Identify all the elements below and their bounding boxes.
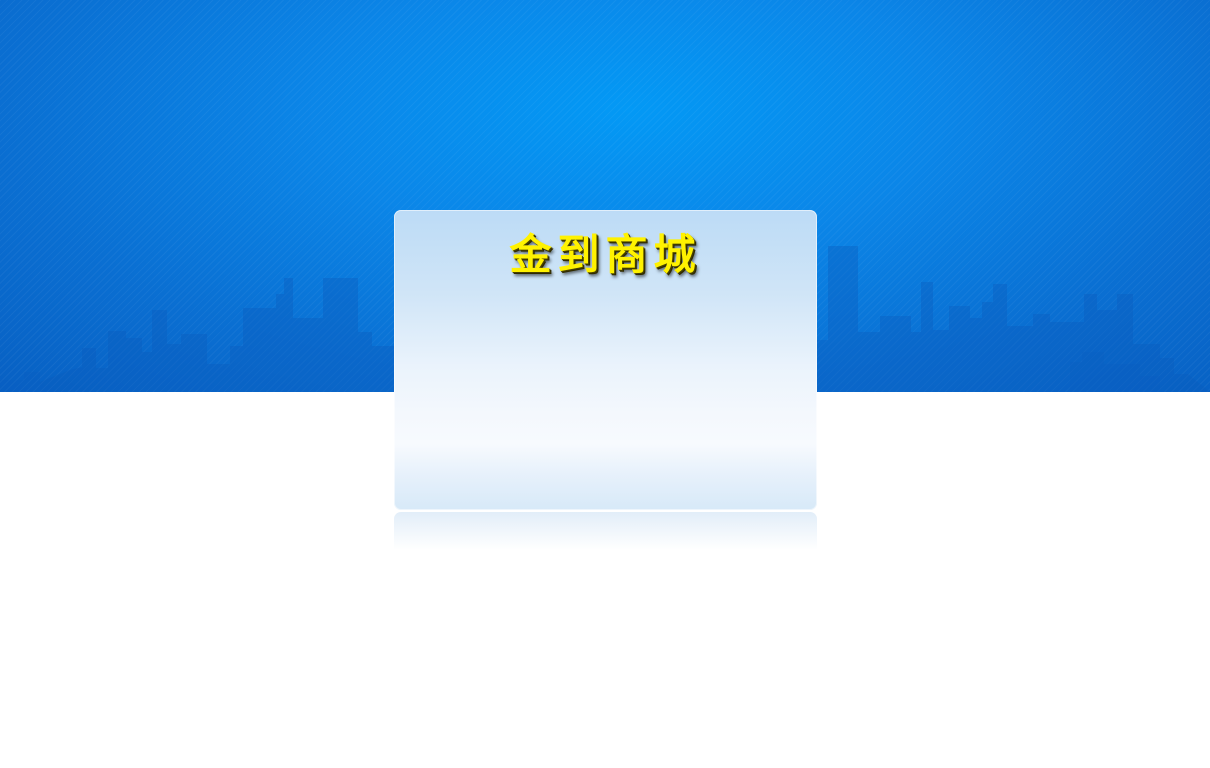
login-page: 金到商城 [0,0,1210,768]
login-card: 金到商城 [394,210,817,510]
card-title: 金到商城 [509,230,702,279]
card-reflection [394,512,817,550]
